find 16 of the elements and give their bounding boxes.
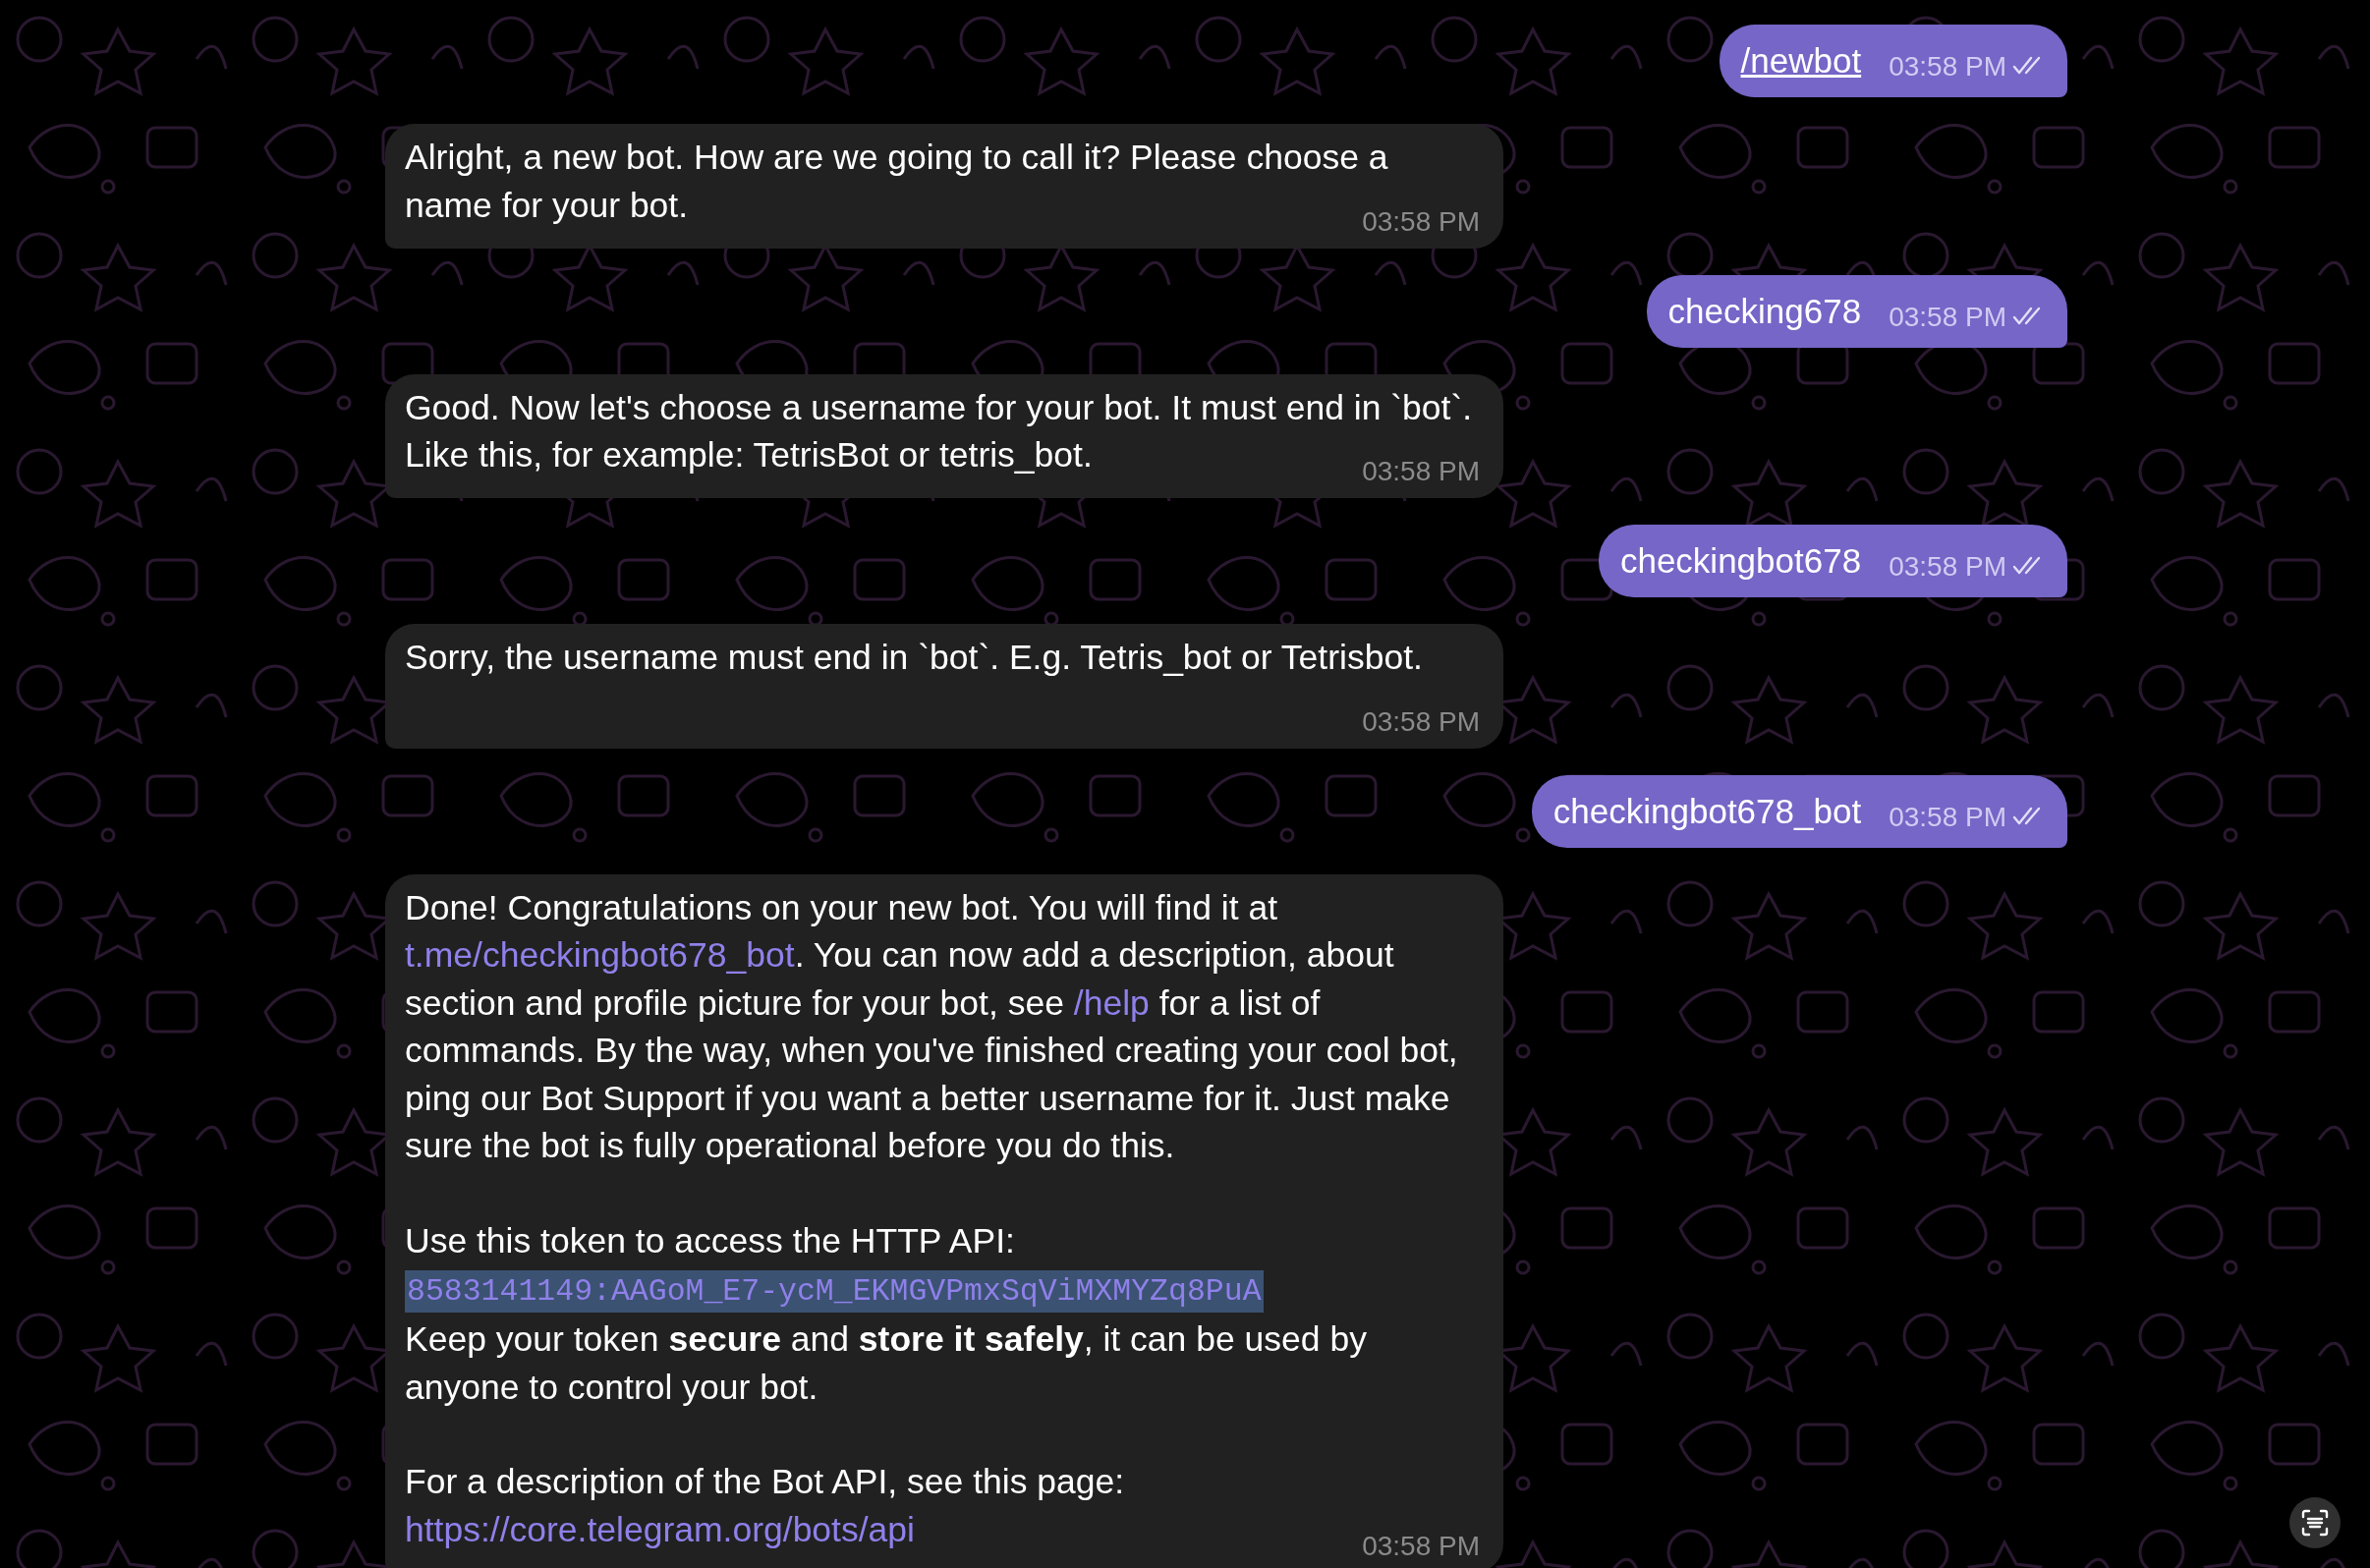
message-text: Use this token to access the HTTP API: [405, 1219, 1016, 1262]
message-time: 03:58 PM [1889, 51, 2006, 83]
message-time: 03:58 PM [1889, 801, 2006, 833]
command-link[interactable]: /newbot [1740, 41, 1862, 81]
message-time: 03:58 PM [1889, 551, 2006, 583]
message-text: checking678 [1667, 291, 1862, 331]
message-text: checkingbot678_bot [1552, 791, 1862, 831]
link[interactable]: https://core.telegram.org/bots/api [405, 1509, 915, 1549]
scan-text-icon [2300, 1508, 2330, 1538]
link[interactable]: t.me/checkingbot678_bot [405, 935, 795, 975]
link[interactable]: /help [1073, 982, 1150, 1023]
message-text: Keep your token secure and store it safely, it can be used by anyone to control your bot. [405, 1318, 1368, 1409]
message-time: 03:58 PM [1362, 704, 1480, 739]
message-time: 03:58 PM [1889, 301, 2006, 333]
message-text: checkingbot678 [1619, 541, 1862, 581]
message-text: Done! Congratulations on your new bot. You will find it at t.me/checkingbot678_bot. You can now add a description, about section and profile picture for your bot, see /help for a list of commands. By the way, when you've finished creating your cool bot, ping our Bot Support if you want a better username for it. Just make sure the bot is fully operational before you do this. [405, 886, 1459, 1167]
